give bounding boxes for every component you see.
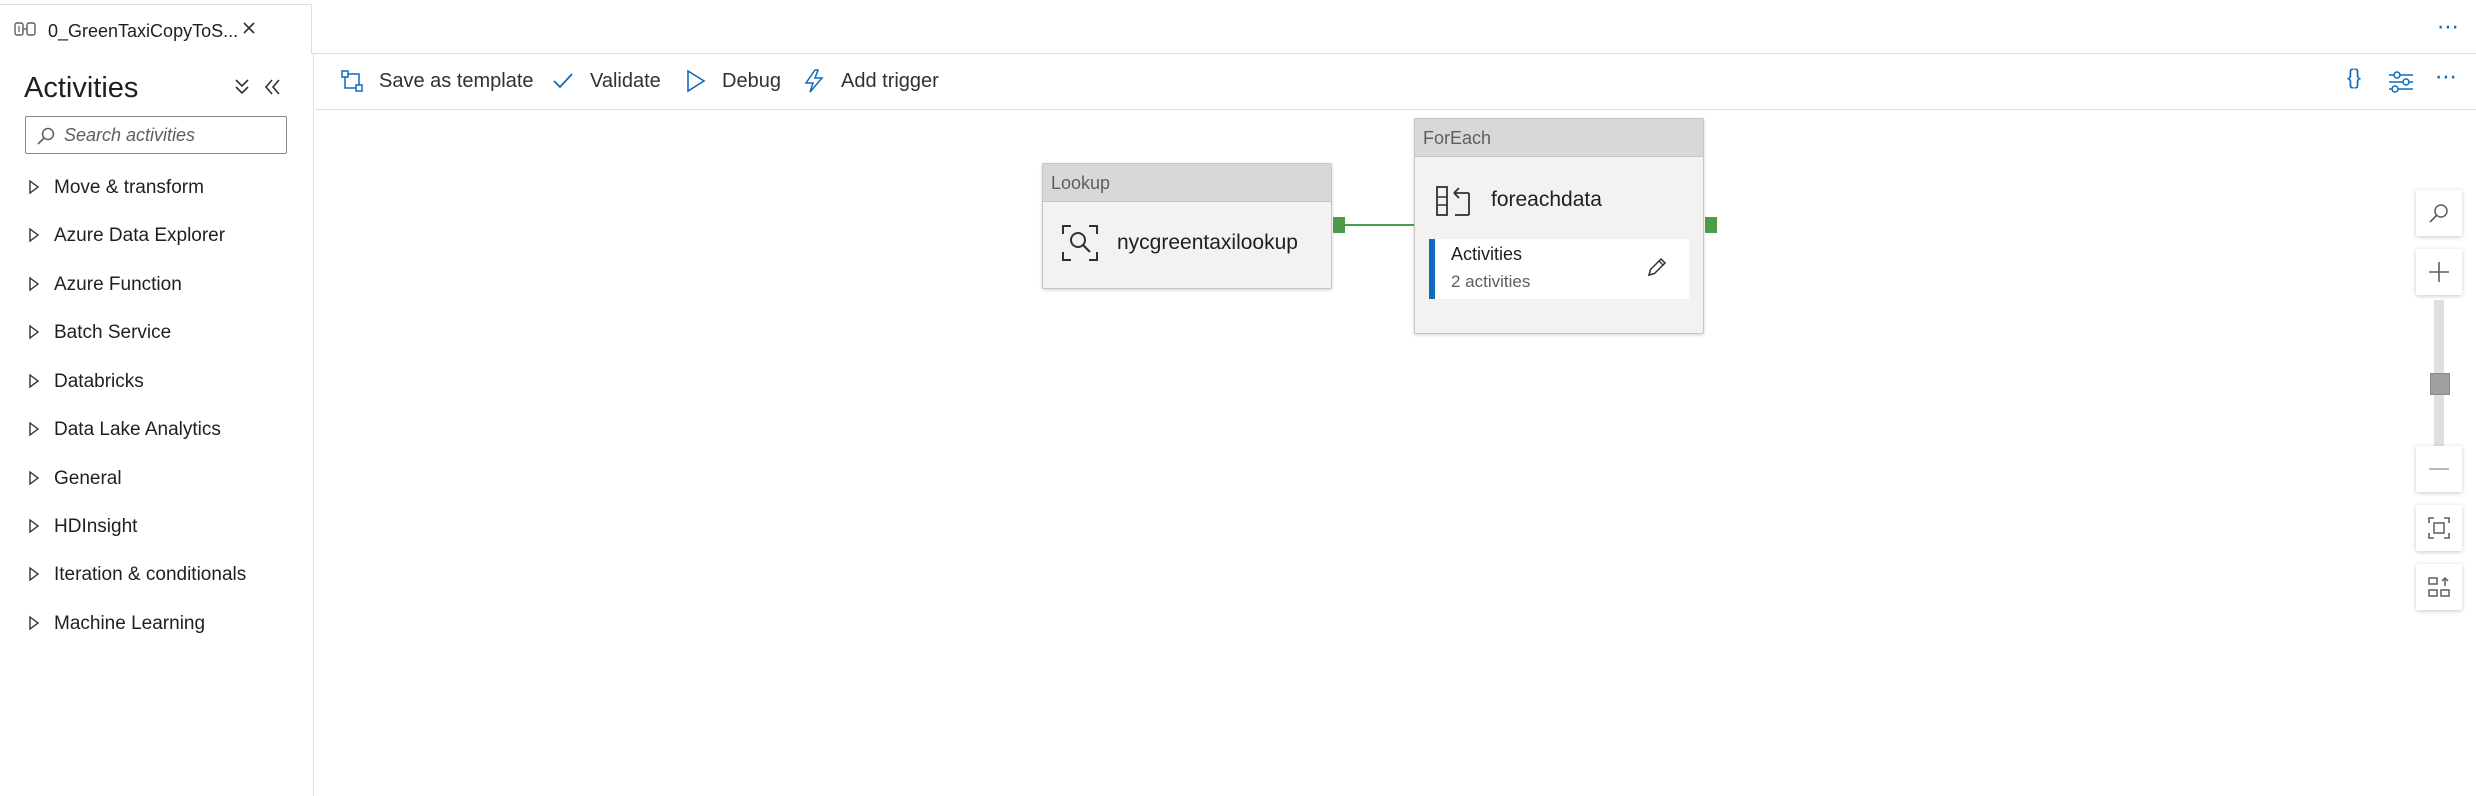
category-label: Data Lake Analytics: [54, 419, 221, 440]
category-label: Move & transform: [54, 177, 204, 198]
lightning-icon: [804, 69, 824, 93]
template-icon: [341, 70, 363, 92]
category-machine-learning[interactable]: Machine Learning: [28, 609, 298, 639]
pencil-icon[interactable]: [1645, 255, 1669, 279]
play-icon: [687, 69, 706, 93]
pipeline-canvas[interactable]: Lookup nycgreentaxilookup ForEach foreac…: [315, 111, 2476, 796]
zoom-out-button[interactable]: [2416, 446, 2462, 492]
category-label: General: [54, 468, 122, 489]
node-header: ForEach: [1415, 119, 1703, 157]
activities-panel: Activities Move & transform Azure Data E…: [0, 54, 314, 796]
expand-caret-icon: [29, 373, 40, 389]
node-header: Lookup: [1043, 164, 1331, 202]
search-input[interactable]: [64, 121, 280, 149]
auto-align-icon: [2428, 576, 2450, 597]
search-box: [25, 116, 287, 154]
pipeline-icon: [14, 22, 36, 36]
fit-to-screen-button[interactable]: [2416, 505, 2462, 551]
add-trigger-button[interactable]: Add trigger: [801, 66, 941, 96]
close-icon[interactable]: [238, 17, 260, 39]
collapse-panel-icon[interactable]: [262, 76, 282, 98]
category-label: Batch Service: [54, 322, 172, 343]
category-move-transform[interactable]: Move & transform: [28, 173, 298, 203]
category-general[interactable]: General: [28, 464, 298, 494]
expand-caret-icon: [29, 324, 40, 340]
category-azure-function[interactable]: Azure Function: [28, 270, 298, 300]
category-label: Databricks: [54, 371, 144, 392]
inner-activities-title: Activities: [1451, 244, 1523, 264]
activity-name: nycgreentaxilookup: [1117, 231, 1298, 254]
properties-icon[interactable]: [2386, 68, 2416, 96]
search-icon: [2429, 204, 2448, 223]
expand-caret-icon: [29, 421, 40, 437]
node-type-label: ForEach: [1423, 128, 1492, 148]
inner-activities-box[interactable]: Activities 2 activities: [1429, 239, 1689, 299]
panel-title: Activities: [24, 72, 139, 104]
expand-caret-icon: [29, 179, 40, 195]
expand-caret-icon: [29, 276, 40, 292]
accent-bar: [1429, 239, 1435, 299]
expand-caret-icon: [29, 227, 40, 243]
search-canvas-button[interactable]: [2416, 190, 2462, 236]
pipeline-toolbar: Save as template Validate Debug Add trig…: [315, 54, 2476, 110]
validate-button[interactable]: Validate: [550, 66, 661, 96]
save-as-template-label: Save as template: [379, 70, 534, 92]
category-data-lake-analytics[interactable]: Data Lake Analytics: [28, 415, 298, 445]
debug-label: Debug: [722, 70, 781, 92]
checkmark-icon: [553, 73, 573, 89]
more-icon[interactable]: ⋯: [2431, 64, 2461, 92]
zoom-slider-thumb[interactable]: [2430, 373, 2450, 395]
fit-screen-icon: [2428, 517, 2450, 539]
foreach-activity-node[interactable]: ForEach foreachdata Activities 2 activit…: [1414, 118, 1704, 334]
app-root: 0_GreenTaxiCopyToS... ⋯ Activities Searc…: [0, 0, 2476, 796]
category-label: Machine Learning: [54, 613, 206, 634]
zoom-in-button[interactable]: [2416, 249, 2462, 295]
tab-title: 0_GreenTaxiCopyToS...: [48, 21, 239, 41]
expand-caret-icon: [29, 470, 40, 486]
debug-button[interactable]: Debug: [682, 66, 782, 96]
category-label: Iteration & conditionals: [54, 564, 247, 585]
validate-label: Validate: [590, 70, 661, 92]
node-type-label: Lookup: [1051, 173, 1111, 193]
search-icon: [37, 127, 55, 145]
plus-icon: [2429, 262, 2449, 282]
foreach-icon: [1436, 186, 1470, 216]
category-label: Azure Function: [54, 274, 182, 295]
category-databricks[interactable]: Databricks: [28, 367, 298, 397]
expand-caret-icon: [29, 566, 40, 582]
add-trigger-label: Add trigger: [841, 70, 939, 92]
activity-name: foreachdata: [1491, 188, 1602, 211]
expand-caret-icon: [29, 615, 40, 631]
lookup-activity-node[interactable]: Lookup nycgreentaxilookup: [1042, 163, 1332, 289]
category-iteration-conditionals[interactable]: Iteration & conditionals: [28, 560, 298, 590]
more-icon[interactable]: ⋯: [2437, 14, 2460, 40]
collapse-all-icon[interactable]: [232, 76, 252, 98]
tab-bar: 0_GreenTaxiCopyToS... ⋯: [0, 0, 2476, 54]
save-as-template-button[interactable]: Save as template: [339, 66, 549, 96]
category-batch-service[interactable]: Batch Service: [28, 318, 298, 348]
lookup-icon: [1062, 225, 1098, 261]
category-label: HDInsight: [54, 516, 138, 537]
category-hdinsight[interactable]: HDInsight: [28, 512, 298, 542]
code-view-icon[interactable]: {}: [2339, 66, 2369, 94]
category-azure-data-explorer[interactable]: Azure Data Explorer: [28, 221, 298, 251]
success-output-port[interactable]: [1705, 217, 1717, 233]
minus-icon: [2429, 468, 2449, 470]
inner-activities-count: 2 activities: [1451, 272, 1531, 291]
tab-pipeline[interactable]: 0_GreenTaxiCopyToS...: [0, 4, 312, 54]
expand-caret-icon: [29, 518, 40, 534]
category-label: Azure Data Explorer: [54, 225, 226, 246]
auto-align-button[interactable]: [2416, 564, 2462, 610]
success-output-port[interactable]: [1333, 217, 1345, 233]
